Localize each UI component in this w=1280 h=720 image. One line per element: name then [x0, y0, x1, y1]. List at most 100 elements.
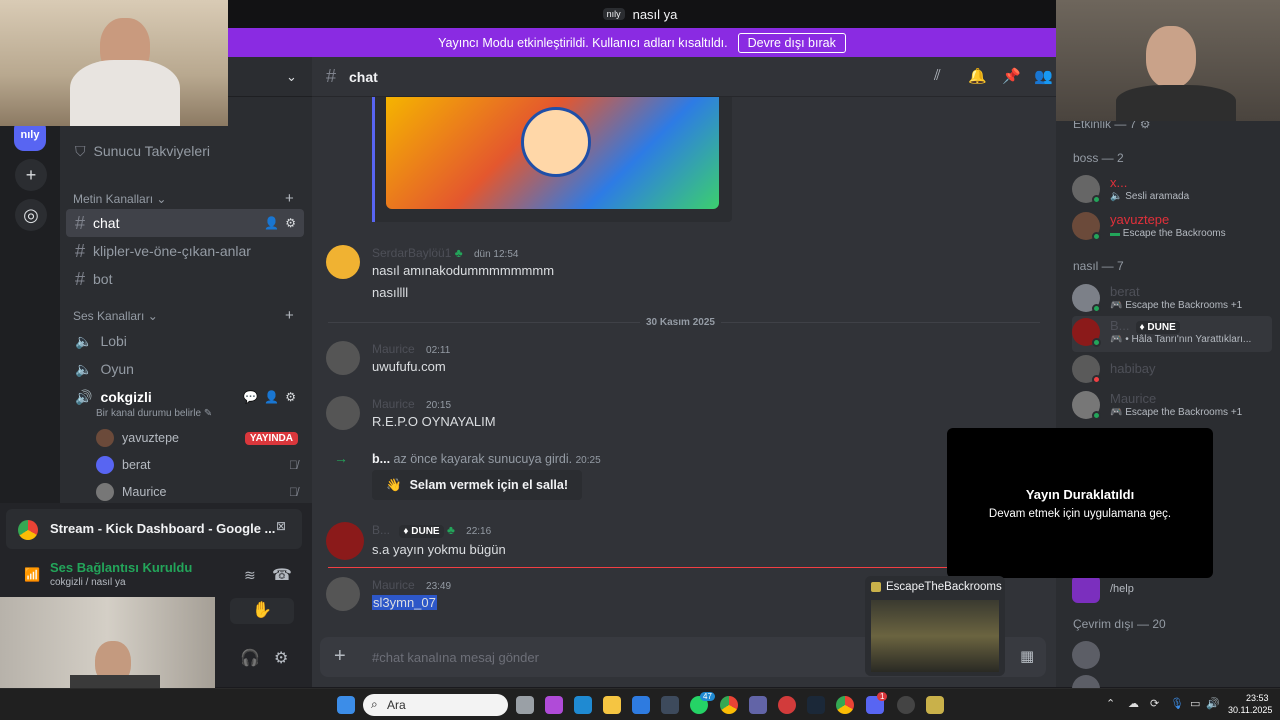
- avatar[interactable]: [326, 577, 360, 611]
- monitor-icon[interactable]: ▭: [1190, 697, 1200, 710]
- teams-icon[interactable]: [749, 696, 767, 714]
- headphones-icon[interactable]: 🎧: [240, 648, 260, 668]
- voice-channel-cokgizli[interactable]: 🔊 cokgizli 💬 👤 ⚙: [66, 383, 304, 411]
- status-hint-label: Bir kanal durumu belirle: [96, 408, 202, 419]
- taskbar-search[interactable]: ⌕ Ara: [363, 694, 508, 716]
- gear-icon[interactable]: ⚙: [274, 648, 288, 668]
- clock-date[interactable]: 30.11.2025: [1228, 705, 1272, 715]
- add-member-icon[interactable]: 👤: [264, 390, 279, 404]
- message: B... ♦ DUNE ♣ 22:16 s.a yayın yokmu bügü…: [312, 522, 1056, 562]
- bell-icon[interactable]: 🔔: [968, 67, 987, 85]
- member-item[interactable]: [1072, 639, 1272, 675]
- disable-streamer-mode-button[interactable]: Devre dışı bırak: [737, 32, 846, 53]
- soundboard-button[interactable]: ✋: [230, 598, 294, 624]
- add-member-icon[interactable]: 👤: [264, 216, 279, 230]
- text-category[interactable]: Metin Kanalları ⌄ +: [73, 190, 294, 207]
- mic-icon[interactable]: 🎙: [1170, 697, 1184, 710]
- channel-bot[interactable]: # bot: [66, 265, 304, 293]
- member-item[interactable]: berat 🎮 Escape the Backrooms +1: [1072, 282, 1272, 318]
- speaker-icon[interactable]: 🔊: [1206, 697, 1220, 710]
- channel-label: bot: [93, 271, 113, 287]
- add-server-icon[interactable]: +: [15, 159, 47, 191]
- voice-path[interactable]: cokgizli / nasıl ya: [50, 577, 126, 588]
- voice-user-name: yavuztepe: [122, 431, 179, 445]
- game-icon[interactable]: [926, 696, 944, 714]
- steam-icon[interactable]: [807, 696, 825, 714]
- copilot-icon[interactable]: [545, 696, 563, 714]
- outlook-icon[interactable]: [632, 696, 650, 714]
- member-item[interactable]: habibay: [1072, 353, 1272, 389]
- search-icon: ⌕: [371, 697, 378, 711]
- member-item[interactable]: B... ♦ DUNE 🎮 • Hâla Tanrı'nın Yarattıkla…: [1072, 316, 1272, 352]
- voice-user-berat[interactable]: berat 🎙̸: [96, 453, 312, 477]
- file-explorer-icon[interactable]: [603, 696, 621, 714]
- chrome-icon[interactable]: [720, 696, 738, 714]
- avatar[interactable]: [326, 522, 364, 560]
- app-icon[interactable]: [778, 696, 796, 714]
- avatar[interactable]: [326, 245, 360, 279]
- avatar[interactable]: [326, 396, 360, 430]
- voice-channel-lobi[interactable]: 🔈 Lobi: [66, 327, 304, 355]
- dnd-indicator: [1092, 375, 1101, 384]
- gear-icon[interactable]: ⚙: [285, 390, 296, 404]
- composer-placeholder[interactable]: #chat kanalına mesaj gönder: [372, 650, 539, 665]
- add-voice-channel-icon[interactable]: +: [285, 307, 294, 324]
- noise-suppression-icon[interactable]: ≋: [244, 567, 256, 584]
- plus-icon[interactable]: +: [334, 645, 346, 668]
- voice-user-yavuztepe[interactable]: yavuztepe 🎙̸ YAYINDA: [96, 426, 312, 450]
- disconnect-icon[interactable]: ☎: [272, 565, 292, 585]
- mic-muted-icon: 🎙̸: [289, 458, 298, 472]
- apps-icon[interactable]: ▦: [1020, 647, 1034, 665]
- author-name[interactable]: Maurice: [372, 578, 415, 592]
- voice-user-maurice[interactable]: Maurice 🎙̸: [96, 480, 312, 504]
- add-text-channel-icon[interactable]: +: [285, 190, 294, 207]
- edge-icon[interactable]: [574, 696, 592, 714]
- stop-stream-icon[interactable]: ⊠: [276, 519, 286, 533]
- member-list-icon[interactable]: 👥: [1034, 67, 1053, 85]
- server-boosts-item[interactable]: ⛉ Sunucu Takviyeleri: [66, 137, 304, 165]
- pin-icon[interactable]: 📌: [1002, 67, 1021, 85]
- member-item[interactable]: yavuztepe ▬ Escape the Backrooms: [1072, 210, 1272, 246]
- stream-title: Stream - Kick Dashboard - Google ...: [50, 521, 276, 536]
- chevron-down-icon[interactable]: ⌄: [286, 69, 297, 85]
- thumbnail-title: EscapeTheBackrooms: [886, 581, 1002, 593]
- taskbar-thumbnail[interactable]: EscapeTheBackrooms: [865, 576, 1005, 676]
- member-item[interactable]: Maurice 🎮 Escape the Backrooms +1: [1072, 389, 1272, 425]
- discover-icon[interactable]: ◎: [15, 199, 47, 231]
- voice-category[interactable]: Ses Kanalları ⌄ +: [73, 307, 294, 324]
- member-item[interactable]: /help: [1072, 573, 1272, 609]
- member-item[interactable]: x... 🔈 Sesli aramada: [1072, 173, 1272, 209]
- author-name[interactable]: Maurice: [372, 342, 415, 356]
- author-name[interactable]: Maurice: [372, 397, 415, 411]
- online-indicator: [1092, 232, 1101, 241]
- task-view-icon[interactable]: [516, 696, 534, 714]
- obs-icon[interactable]: [897, 696, 915, 714]
- badge-label: DUNE: [411, 526, 440, 537]
- voice-channel-oyun[interactable]: 🔈 Oyun: [66, 355, 304, 383]
- channel-label: klipler-ve-öne-çıkan-anlar: [93, 243, 251, 259]
- embed-image[interactable]: [386, 97, 719, 209]
- stream-card[interactable]: Stream - Kick Dashboard - Google ... ⊠: [6, 509, 302, 549]
- channel-status-hint[interactable]: Bir kanal durumu belirle ✎: [96, 408, 212, 419]
- cloud-icon[interactable]: ☁: [1128, 697, 1139, 710]
- member-name: habibay: [1110, 361, 1156, 376]
- channel-klipler[interactable]: # klipler-ve-öne-çıkan-anlar: [66, 237, 304, 265]
- threads-icon[interactable]: ⫽: [934, 67, 941, 84]
- message-text: nasıllll: [372, 285, 409, 300]
- chevron-up-icon[interactable]: ⌃: [1106, 697, 1115, 710]
- wave-button[interactable]: 👋 Selam vermek için el salla!: [372, 470, 583, 500]
- chat-bubble-icon[interactable]: 💬: [243, 390, 258, 404]
- stream-paused-overlay[interactable]: Yayın Duraklatıldı Devam etmek için uygu…: [947, 428, 1213, 578]
- gear-icon[interactable]: ⚙: [285, 216, 296, 230]
- author-name[interactable]: SerdarBaylöü1: [372, 246, 451, 260]
- message-text[interactable]: sl3ymn_07: [372, 595, 437, 610]
- windows-start-icon[interactable]: [337, 696, 355, 714]
- clock-time[interactable]: 23:53: [1246, 693, 1269, 703]
- sync-icon[interactable]: ⟳: [1150, 697, 1159, 710]
- join-user[interactable]: b...: [372, 452, 390, 466]
- channel-chat[interactable]: # chat 👤 ⚙: [66, 209, 304, 237]
- store-icon[interactable]: [661, 696, 679, 714]
- chrome-icon[interactable]: [836, 696, 854, 714]
- avatar[interactable]: [326, 341, 360, 375]
- author-name[interactable]: B...: [372, 523, 390, 537]
